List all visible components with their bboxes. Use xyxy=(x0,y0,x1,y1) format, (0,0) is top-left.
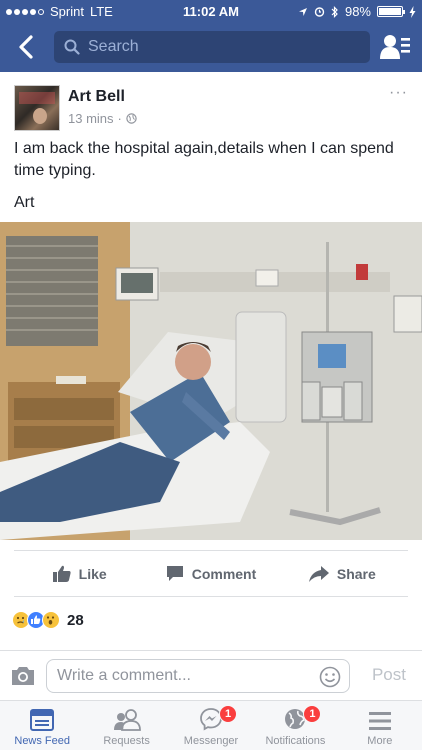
requests-icon xyxy=(113,709,141,731)
like-label: Like xyxy=(78,565,107,582)
globe-privacy-icon xyxy=(126,113,137,124)
emoji-icon[interactable] xyxy=(319,666,341,688)
tab-bar: News Feed Requests 1 Messenger 1 Notific… xyxy=(0,700,422,750)
friends-button[interactable] xyxy=(380,33,412,61)
post-meta: 13 mins · xyxy=(68,111,137,126)
comment-placeholder: Write a comment... xyxy=(57,667,191,684)
nav-bar: Search xyxy=(0,22,422,72)
tab-news-feed[interactable]: News Feed xyxy=(0,701,84,750)
menu-icon xyxy=(368,712,391,730)
like-button[interactable]: Like xyxy=(14,551,145,596)
comment-button[interactable]: Comment xyxy=(145,551,276,596)
status-icons: 98% xyxy=(298,4,416,19)
tab-notifications[interactable]: 1 Notifications xyxy=(253,701,337,750)
tab-label: More xyxy=(367,735,393,747)
share-arrow-icon xyxy=(308,565,329,582)
friends-list-icon xyxy=(380,35,410,59)
camera-button[interactable] xyxy=(10,665,36,687)
tab-messenger[interactable]: 1 Messenger xyxy=(169,701,253,750)
search-icon xyxy=(64,39,80,55)
thumbs-up-icon xyxy=(52,565,71,582)
charging-icon xyxy=(409,5,416,18)
battery-percent: 98% xyxy=(344,4,371,19)
avatar[interactable] xyxy=(14,85,60,131)
share-label: Share xyxy=(336,565,376,582)
reaction-count: 28 xyxy=(67,611,84,629)
tab-label: Messenger xyxy=(183,735,239,747)
wow-reaction-icon xyxy=(42,611,60,629)
post-options-button[interactable]: ··· xyxy=(389,84,408,102)
battery-icon xyxy=(377,6,405,17)
tab-label: Notifications xyxy=(265,735,326,747)
messenger-badge: 1 xyxy=(219,705,238,723)
chevron-left-icon xyxy=(19,35,33,59)
location-icon xyxy=(298,7,307,16)
post-time[interactable]: 13 mins xyxy=(68,111,114,126)
status-bar: Sprint LTE 11:02 AM 98% xyxy=(0,0,422,22)
news-feed-icon xyxy=(30,709,55,731)
post-text: I am back the hospital again,details whe… xyxy=(14,140,394,179)
tab-requests[interactable]: Requests xyxy=(84,701,168,750)
post-photo[interactable] xyxy=(0,222,422,540)
tab-more[interactable]: More xyxy=(338,701,422,750)
post-author[interactable]: Art Bell xyxy=(68,88,125,106)
reactions-summary[interactable]: 28 xyxy=(12,608,84,632)
search-input[interactable]: Search xyxy=(54,31,370,63)
share-button[interactable]: Share xyxy=(277,551,408,596)
bluetooth-icon xyxy=(331,5,338,18)
camera-icon xyxy=(12,667,34,685)
alarm-icon xyxy=(314,7,325,17)
comment-icon xyxy=(166,566,183,581)
search-placeholder: Search xyxy=(88,38,139,55)
tab-label: News Feed xyxy=(14,735,71,747)
post-signature: Art xyxy=(14,194,35,211)
notifications-badge: 1 xyxy=(303,705,322,723)
tab-label: Requests xyxy=(103,735,150,747)
post-actions: Like Comment Share xyxy=(14,550,408,597)
comment-composer: Write a comment... Post xyxy=(0,650,422,700)
post-header: Art Bell 13 mins · ··· I am back the hos… xyxy=(0,72,422,222)
post-comment-button[interactable]: Post xyxy=(372,665,406,685)
back-button[interactable] xyxy=(12,31,42,63)
comment-label: Comment xyxy=(191,565,257,582)
hospital-photo-icon xyxy=(0,222,422,540)
meta-separator: · xyxy=(117,111,122,126)
comment-input[interactable]: Write a comment... xyxy=(46,659,350,693)
